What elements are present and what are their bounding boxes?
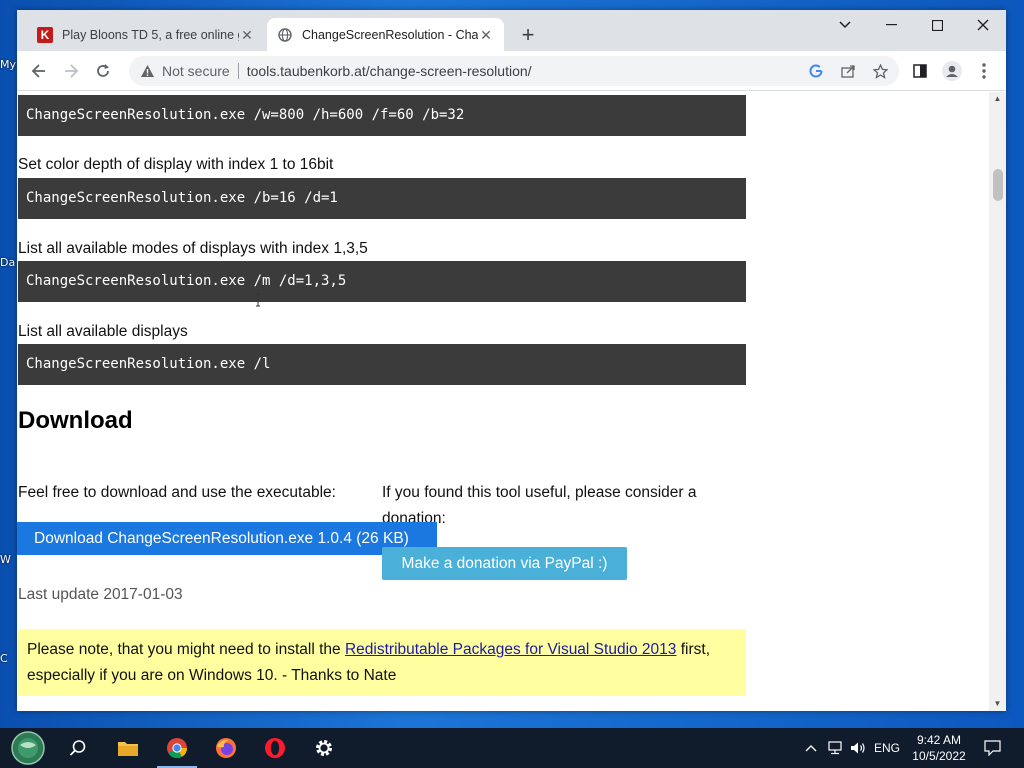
- page-viewport: ChangeScreenResolution.exe /w=800 /h=600…: [17, 92, 989, 711]
- text-cursor-icon: [255, 293, 261, 307]
- start-button[interactable]: [4, 728, 52, 768]
- firefox-icon[interactable]: [202, 728, 250, 768]
- notification-center-icon[interactable]: [980, 728, 1004, 768]
- settings-gear-icon[interactable]: [300, 728, 348, 768]
- globe-icon: [277, 27, 293, 43]
- warning-icon[interactable]: [140, 63, 156, 79]
- scroll-down-arrow-icon[interactable]: ▼: [989, 697, 1006, 711]
- vertical-scrollbar[interactable]: ▲ ▼: [989, 92, 1006, 711]
- system-clock[interactable]: 9:42 AM 10/5/2022: [900, 732, 978, 764]
- tab-search-icon[interactable]: [822, 10, 868, 40]
- code-block: ChangeScreenResolution.exe /l: [18, 344, 746, 385]
- tab-strip: K Play Bloons TD 5, a free online ga ✕ C…: [17, 10, 1006, 51]
- favicon-k-icon: K: [37, 26, 53, 43]
- close-window-button[interactable]: [960, 10, 1006, 40]
- browser-window: K Play Bloons TD 5, a free online ga ✕ C…: [17, 10, 1006, 711]
- scrollbar-thumb[interactable]: [993, 169, 1003, 201]
- code-block: ChangeScreenResolution.exe /w=800 /h=600…: [18, 95, 746, 136]
- note-text: Please note, that you might need to inst…: [27, 641, 345, 658]
- side-panel-icon[interactable]: [906, 57, 934, 85]
- clock-time: 9:42 AM: [916, 733, 962, 747]
- network-icon[interactable]: [824, 728, 846, 768]
- reload-icon[interactable]: [89, 57, 117, 85]
- opera-icon[interactable]: [251, 728, 299, 768]
- tab-title: Play Bloons TD 5, a free online ga: [62, 27, 239, 42]
- desktop-icon-label: My: [0, 58, 17, 71]
- download-button[interactable]: Download ChangeScreenResolution.exe 1.0.…: [17, 522, 437, 555]
- input-language-indicator[interactable]: ENG: [872, 728, 902, 768]
- minimize-button[interactable]: [868, 10, 914, 40]
- chrome-icon[interactable]: [153, 728, 201, 768]
- paypal-donate-button[interactable]: Make a donation via PayPal :): [382, 547, 627, 580]
- description-text: List all available displays: [18, 323, 188, 340]
- forward-arrow-icon[interactable]: [57, 57, 85, 85]
- back-arrow-icon[interactable]: [25, 57, 53, 85]
- search-icon[interactable]: [54, 728, 102, 768]
- scroll-up-arrow-icon[interactable]: ▲: [989, 92, 1006, 106]
- close-tab-icon[interactable]: ✕: [239, 27, 255, 43]
- menu-kebab-icon[interactable]: [970, 57, 998, 85]
- code-block: ChangeScreenResolution.exe /m /d=1,3,5: [18, 261, 746, 302]
- tab-title: ChangeScreenResolution - Chang: [302, 27, 478, 42]
- share-icon[interactable]: [834, 57, 862, 85]
- last-update-text: Last update 2017-01-03: [18, 586, 183, 603]
- browser-toolbar: Not secure tools.taubenkorb.at/change-sc…: [17, 51, 1006, 91]
- windows10-note: Please note, that you might need to inst…: [18, 629, 746, 696]
- clock-date: 10/5/2022: [912, 749, 966, 763]
- redistributable-link[interactable]: Redistributable Packages for Visual Stud…: [345, 641, 676, 658]
- tab-changescreenresolution[interactable]: ChangeScreenResolution - Chang ✕: [267, 18, 504, 51]
- volume-icon[interactable]: [847, 728, 869, 768]
- maximize-button[interactable]: [914, 10, 960, 40]
- bookmark-star-icon[interactable]: [866, 57, 894, 85]
- description-text: Set color depth of display with index 1 …: [18, 156, 334, 173]
- address-separator: [237, 63, 239, 79]
- address-bar[interactable]: Not secure tools.taubenkorb.at/change-sc…: [129, 56, 899, 86]
- desktop-icon-label: Da: [0, 256, 16, 269]
- windows-taskbar: ENG 9:42 AM 10/5/2022: [0, 728, 1024, 768]
- code-block: ChangeScreenResolution.exe /b=16 /d=1: [18, 178, 746, 219]
- profile-avatar-icon[interactable]: [938, 57, 966, 85]
- new-tab-button[interactable]: +: [516, 24, 540, 48]
- file-explorer-icon[interactable]: [104, 728, 152, 768]
- download-heading: Download: [18, 407, 133, 434]
- close-tab-icon[interactable]: ✕: [478, 27, 494, 43]
- google-lens-icon[interactable]: [802, 57, 830, 85]
- desktop-icon-label: W: [0, 553, 11, 566]
- tab-bloons[interactable]: K Play Bloons TD 5, a free online ga ✕: [27, 18, 265, 51]
- download-intro: Feel free to download and use the execut…: [18, 484, 336, 501]
- show-hidden-icons-chevron-icon[interactable]: [800, 728, 822, 768]
- url-text[interactable]: tools.taubenkorb.at/change-screen-resolu…: [247, 63, 532, 79]
- description-text: List all available modes of displays wit…: [18, 240, 368, 257]
- desktop-icon-label: C: [0, 652, 8, 665]
- security-label[interactable]: Not secure: [162, 63, 230, 79]
